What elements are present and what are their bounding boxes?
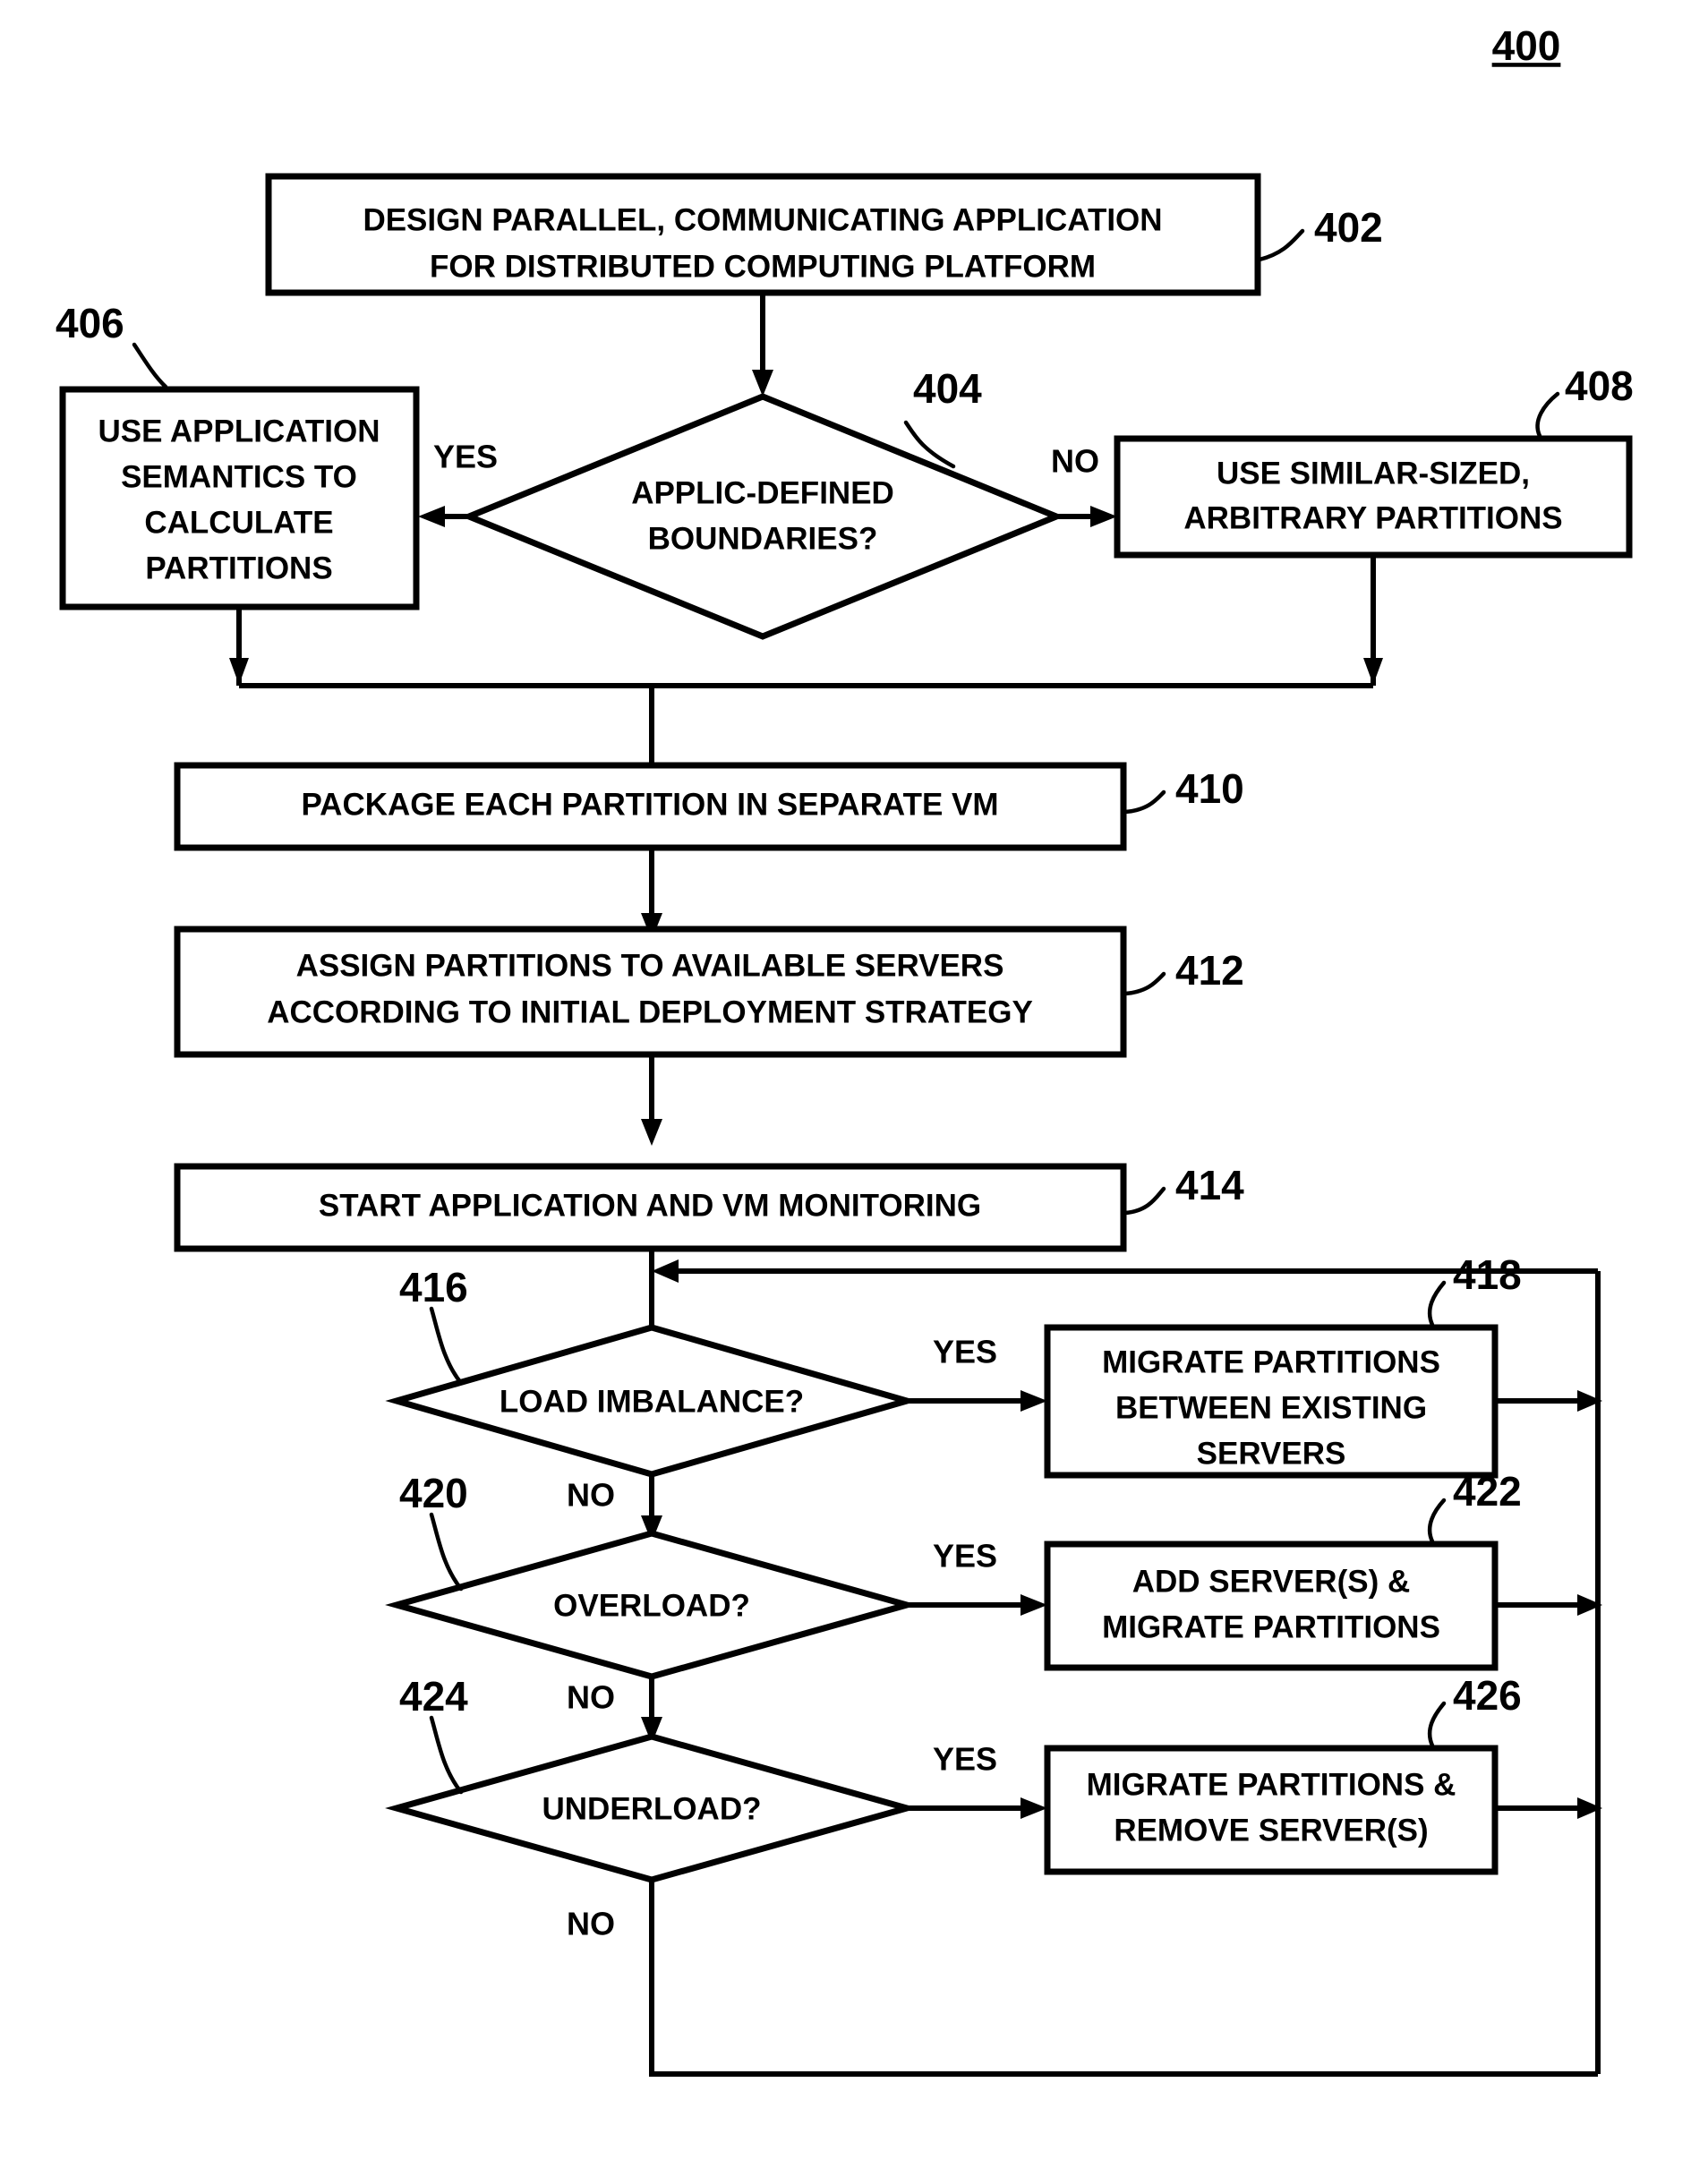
node-418-line-3: SERVERS [1197, 1436, 1346, 1471]
branch-label-no-420: NO [567, 1679, 615, 1716]
leader-420 [429, 1512, 464, 1592]
node-404-line-1: APPLIC-DEFINED [631, 475, 894, 510]
ref-number-408: 408 [1565, 363, 1634, 409]
node-406-line-4: PARTITIONS [145, 551, 332, 585]
ref-number-416: 416 [399, 1264, 468, 1310]
leader-408 [1535, 391, 1560, 439]
ref-number-422: 422 [1453, 1468, 1522, 1515]
conn-424-bottom-loop [649, 1880, 1598, 2077]
ref-number-404: 404 [913, 365, 982, 412]
branch-label-yes-416: YES [933, 1334, 997, 1370]
node-422-box [1044, 1541, 1499, 1671]
arrowhead-feedback-return [652, 1259, 679, 1283]
leader-424 [429, 1715, 464, 1795]
ref-number-406: 406 [56, 300, 124, 346]
branch-label-yes-404: YES [433, 439, 498, 475]
node-422-line-2: MIGRATE PARTITIONS [1102, 1609, 1440, 1644]
node-410-line-1: PACKAGE EACH PARTITION IN SEPARATE VM [301, 787, 998, 822]
arrowhead-406-merge [229, 658, 249, 685]
leader-412 [1123, 971, 1166, 996]
arrowhead-412-414 [641, 1119, 662, 1146]
leader-406 [132, 342, 168, 389]
node-404-diamond [460, 393, 1065, 640]
leader-426 [1427, 1701, 1447, 1748]
ref-number-418: 418 [1453, 1251, 1522, 1298]
patent-figure-400: 400 DESIGN PARALLEL, COMMUNICATING APPLI… [0, 0, 1708, 2168]
node-404-line-2: BOUNDARIES? [648, 521, 878, 556]
ref-number-414: 414 [1175, 1162, 1244, 1208]
node-418-line-1: MIGRATE PARTITIONS [1102, 1344, 1440, 1379]
node-416-line-1: LOAD IMBALANCE? [500, 1384, 804, 1419]
leader-414 [1123, 1186, 1166, 1216]
node-412-line-2: ACCORDING TO INITIAL DEPLOYMENT STRATEGY [267, 994, 1033, 1029]
arrowhead-408-merge [1363, 658, 1383, 685]
ref-number-410: 410 [1175, 765, 1244, 812]
leader-402 [1257, 228, 1305, 262]
node-402-line-1: DESIGN PARALLEL, COMMUNICATING APPLICATI… [363, 202, 1162, 237]
node-406-line-3: CALCULATE [144, 505, 333, 540]
leader-410 [1123, 790, 1166, 815]
arrowhead-404-408 [1090, 506, 1117, 527]
leader-418 [1427, 1280, 1447, 1327]
node-414-line-1: START APPLICATION AND VM MONITORING [319, 1188, 981, 1223]
node-418-line-2: BETWEEN EXISTING [1115, 1390, 1427, 1425]
leader-422 [1427, 1498, 1447, 1544]
arrowhead-420-422 [1021, 1594, 1047, 1616]
branch-label-no-424: NO [567, 1906, 615, 1942]
node-408-line-1: USE SIMILAR-SIZED, [1217, 456, 1530, 491]
branch-label-yes-424: YES [933, 1741, 997, 1778]
arrowhead-404-406 [418, 506, 445, 527]
node-406-line-2: SEMANTICS TO [121, 459, 357, 494]
ref-number-424: 424 [399, 1673, 468, 1720]
node-420-line-1: OVERLOAD? [553, 1588, 750, 1623]
node-406-line-1: USE APPLICATION [98, 414, 380, 448]
arrowhead-402-404 [752, 370, 773, 397]
ref-number-402: 402 [1314, 204, 1383, 251]
node-402-line-2: FOR DISTRIBUTED COMPUTING PLATFORM [430, 249, 1096, 284]
node-422-line-1: ADD SERVER(S) & [1132, 1564, 1411, 1599]
node-408-line-2: ARBITRARY PARTITIONS [1183, 500, 1562, 535]
arrowhead-424-426 [1021, 1797, 1047, 1819]
ref-number-426: 426 [1453, 1672, 1522, 1719]
branch-label-no-416: NO [567, 1477, 615, 1514]
ref-number-412: 412 [1175, 947, 1244, 994]
node-426-line-1: MIGRATE PARTITIONS & [1087, 1767, 1456, 1802]
flowchart-diagram: 400 DESIGN PARALLEL, COMMUNICATING APPLI… [56, 22, 1634, 2077]
branch-label-no-404: NO [1051, 443, 1099, 480]
ref-number-420: 420 [399, 1470, 468, 1516]
branch-label-yes-420: YES [933, 1538, 997, 1575]
node-424-line-1: UNDERLOAD? [542, 1791, 762, 1826]
leader-416 [429, 1306, 464, 1386]
node-426-line-2: REMOVE SERVER(S) [1114, 1813, 1428, 1848]
arrowhead-416-418 [1021, 1390, 1047, 1412]
figure-number: 400 [1492, 22, 1561, 69]
node-412-line-1: ASSIGN PARTITIONS TO AVAILABLE SERVERS [296, 948, 1004, 983]
